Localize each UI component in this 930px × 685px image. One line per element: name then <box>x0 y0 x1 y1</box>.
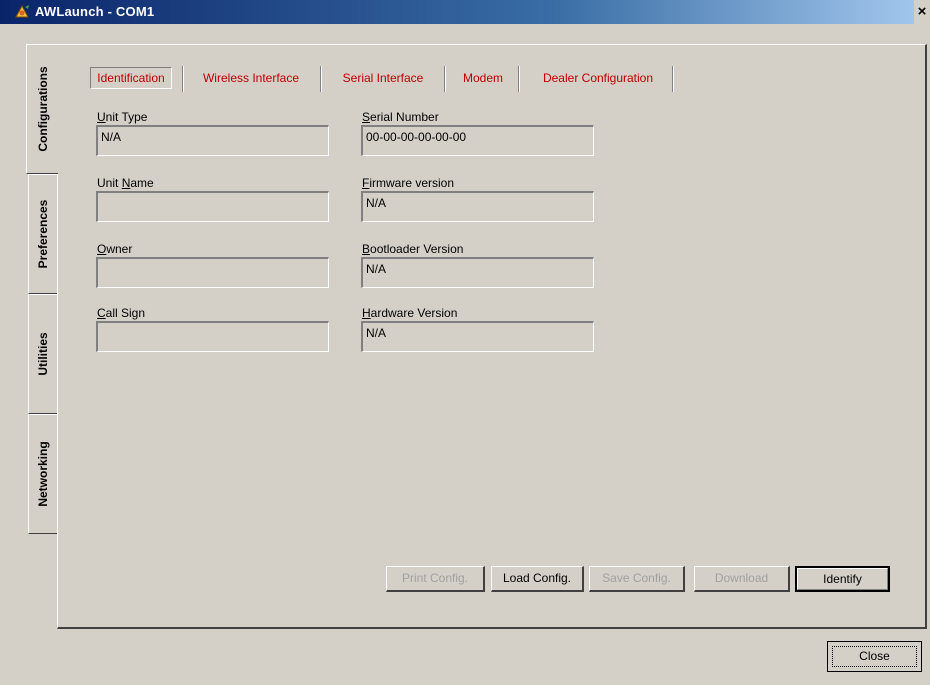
tab-label: Modem <box>462 71 503 85</box>
owner-label: Owner <box>97 242 133 256</box>
tab-separator <box>444 66 446 92</box>
owner-field[interactable] <box>96 257 329 288</box>
tab-separator <box>672 66 674 92</box>
tab-label: Dealer Configuration <box>542 71 654 85</box>
tab-label: Wireless Interface <box>202 71 300 85</box>
tab-serial-interface[interactable]: Serial Interface <box>330 64 436 92</box>
identify-button-label: Identify <box>797 568 888 590</box>
unit-type-field[interactable]: N/A <box>96 125 329 156</box>
download-button[interactable]: Download <box>694 566 790 592</box>
serial-number-label: Serial Number <box>362 110 439 124</box>
identify-button[interactable]: Identify <box>795 566 890 592</box>
side-tab-strip: Configurations Preferences Utilities Net… <box>26 44 58 544</box>
tab-separator <box>320 66 322 92</box>
bootloader-version-field[interactable]: N/A <box>361 257 594 288</box>
app-icon <box>14 3 31 20</box>
side-tab-configurations[interactable]: Configurations <box>26 44 58 174</box>
firmware-version-label: Firmware version <box>362 176 455 190</box>
window-title: AWLaunch - COM1 <box>35 4 155 19</box>
side-tab-label: Configurations <box>35 66 50 152</box>
hardware-version-label: Hardware Version <box>362 306 458 320</box>
tab-modem[interactable]: Modem <box>452 64 514 92</box>
side-tab-label: Preferences <box>36 199 50 269</box>
tab-label: Identification <box>90 67 172 89</box>
tab-separator <box>182 66 184 92</box>
side-tab-utilities[interactable]: Utilities <box>28 294 57 414</box>
side-tab-label: Utilities <box>36 332 50 376</box>
call-sign-label: Call Sign <box>97 306 146 320</box>
load-config-button[interactable]: Load Config. <box>491 566 584 592</box>
title-bar: AWLaunch - COM1 × <box>0 0 930 24</box>
unit-name-label: Unit Name <box>97 176 154 190</box>
tab-identification[interactable]: Identification <box>84 64 178 92</box>
unit-name-field[interactable] <box>96 191 329 222</box>
tab-separator <box>518 66 520 92</box>
print-config-button[interactable]: Print Config. <box>386 566 485 592</box>
serial-number-field[interactable]: 00-00-00-00-00-00 <box>361 125 594 156</box>
side-tab-label: Networking <box>36 441 50 507</box>
unit-type-label: Unit Type <box>97 110 148 124</box>
side-tab-networking[interactable]: Networking <box>28 414 57 534</box>
bootloader-version-label: Bootloader Version <box>362 242 464 256</box>
call-sign-field[interactable] <box>96 321 329 352</box>
side-tab-preferences[interactable]: Preferences <box>28 174 57 294</box>
close-button-label: Close <box>832 646 917 667</box>
firmware-version-field[interactable]: N/A <box>361 191 594 222</box>
config-tab-strip: Identification Wireless Interface Serial… <box>78 64 678 94</box>
tab-label: Serial Interface <box>342 71 424 85</box>
tab-wireless-interface[interactable]: Wireless Interface <box>190 64 312 92</box>
tab-dealer-configuration[interactable]: Dealer Configuration <box>528 64 668 92</box>
save-config-button[interactable]: Save Config. <box>589 566 685 592</box>
hardware-version-field[interactable]: N/A <box>361 321 594 352</box>
close-icon[interactable]: × <box>914 0 930 24</box>
close-button[interactable]: Close <box>827 641 922 672</box>
